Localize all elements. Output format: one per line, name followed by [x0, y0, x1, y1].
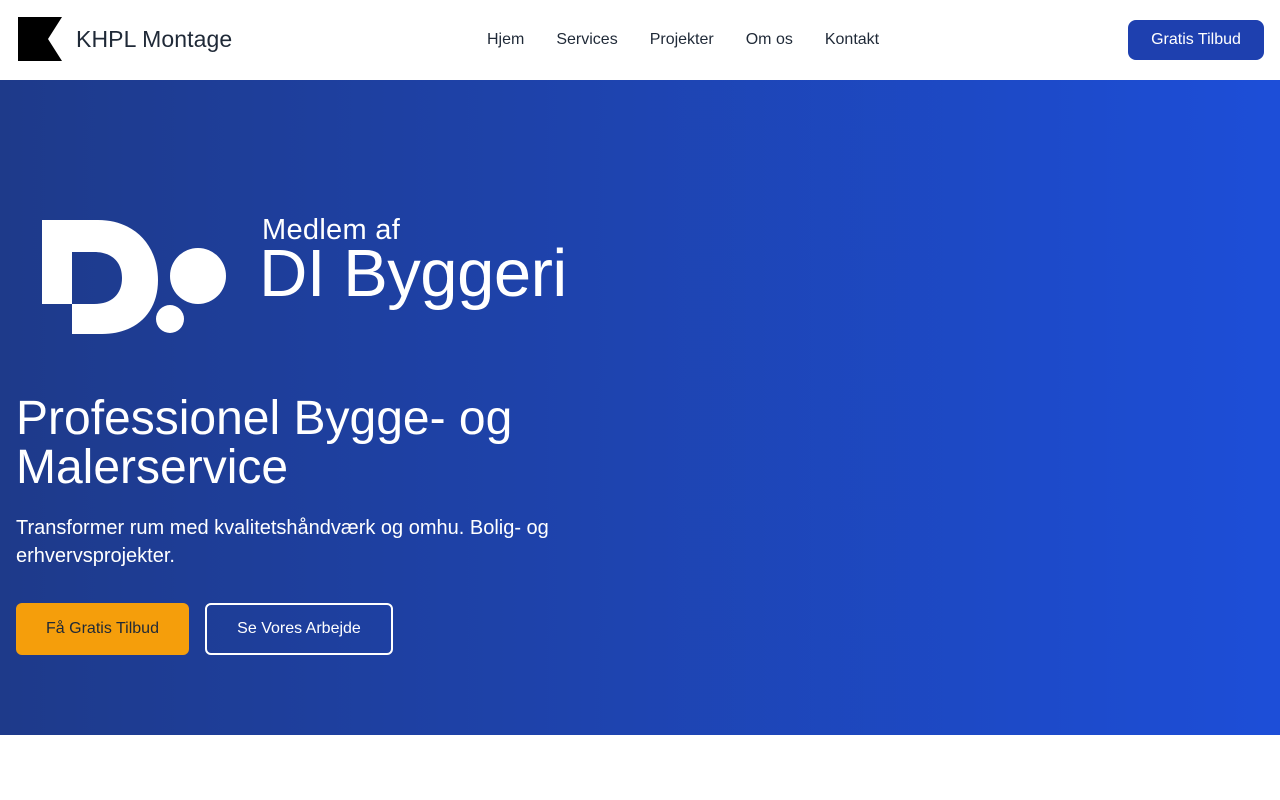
hero-title: Professionel Bygge- og Malerservice: [16, 392, 513, 494]
nav-item-projekter[interactable]: Projekter: [650, 31, 714, 49]
flag-logo-icon: [18, 17, 62, 61]
nav-item-om-os[interactable]: Om os: [746, 31, 793, 49]
nav-item-kontakt[interactable]: Kontakt: [825, 31, 879, 49]
get-free-quote-button[interactable]: Få Gratis Tilbud: [16, 603, 189, 655]
brand-home-link[interactable]: KHPL Montage: [18, 17, 232, 61]
hero-subtitle: Transformer rum med kvalitetshåndværk og…: [16, 517, 549, 567]
see-our-work-button[interactable]: Se Vores Arbejde: [205, 603, 393, 655]
nav-item-hjem[interactable]: Hjem: [487, 31, 524, 49]
nav-item-services[interactable]: Services: [556, 31, 617, 49]
di-org-name: DI Byggeri: [259, 236, 567, 311]
hero-section: Medlem af DI Byggeri Professionel Bygge-…: [0, 80, 1280, 735]
main-nav: Hjem Services Projekter Om os Kontakt: [487, 0, 879, 80]
site-header: KHPL Montage Hjem Services Projekter Om …: [0, 0, 1280, 80]
di-logo-icon: [40, 216, 230, 336]
brand-name: KHPL Montage: [76, 25, 233, 52]
free-quote-button[interactable]: Gratis Tilbud: [1128, 20, 1264, 60]
